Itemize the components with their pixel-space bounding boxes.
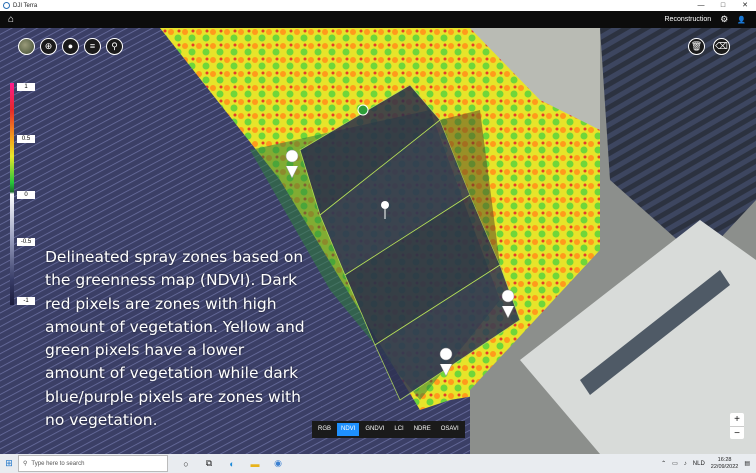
index-button-rgb[interactable]: RGB xyxy=(314,423,336,436)
file-explorer-icon[interactable]: ▬ xyxy=(249,459,261,469)
edit-toolbar: 🗑 ⌫ xyxy=(688,38,730,55)
tray-chevron-icon[interactable]: ⌃ xyxy=(661,460,666,467)
language-indicator[interactable]: NLD xyxy=(693,461,705,467)
index-button-osavi[interactable]: OSAVI xyxy=(436,423,463,436)
legend-label: 1 xyxy=(17,83,35,91)
globe-icon[interactable] xyxy=(18,38,35,55)
minimize-button[interactable]: — xyxy=(690,0,712,11)
caption-text: Delineated spray zones based on the gree… xyxy=(45,248,305,430)
zoom-out-button[interactable]: − xyxy=(730,426,744,439)
legend-label: 0 xyxy=(17,191,35,199)
app-header: ⌂ Reconstruction ⚙ 👤 xyxy=(0,11,756,28)
task-view-icon[interactable]: ⧉ xyxy=(203,458,215,469)
mode-label[interactable]: Reconstruction xyxy=(665,16,712,23)
edge-icon[interactable]: ◐ xyxy=(226,459,238,469)
search-placeholder: Type here to search xyxy=(31,460,85,467)
map-toolbar: ⊕ ● ≡ ⚲ xyxy=(18,38,123,55)
index-button-lci[interactable]: LCI xyxy=(390,423,408,436)
clock-time: 16:28 xyxy=(717,456,732,463)
list-icon[interactable]: ≡ xyxy=(84,38,101,55)
windows-start-icon[interactable]: ⊞ xyxy=(0,458,18,469)
volume-icon[interactable]: ♪ xyxy=(684,461,687,467)
user-icon[interactable]: 👤 xyxy=(737,16,746,24)
crosshair-icon[interactable]: ⊕ xyxy=(40,38,57,55)
clock-date: 22/09/2022 xyxy=(710,463,739,470)
pin-icon[interactable]: ● xyxy=(62,38,79,55)
eraser-icon[interactable]: ⌫ xyxy=(713,38,730,55)
taskbar-search[interactable]: ⚲ Type here to search xyxy=(18,455,168,472)
legend-label: -1 xyxy=(17,297,35,305)
taskbar: ⊞ ⚲ Type here to search ○ ⧉ ◐ ▬ ◉ ⌃ ▭ ♪ … xyxy=(0,454,756,473)
cortana-icon[interactable]: ○ xyxy=(180,459,192,469)
search-icon[interactable]: ⚲ xyxy=(106,38,123,55)
window-titlebar: DJI Terra — □ ✕ xyxy=(0,0,756,11)
index-button-gndvi[interactable]: GNDVI xyxy=(361,423,389,436)
maximize-button[interactable]: □ xyxy=(712,0,734,11)
clock[interactable]: 16:28 22/09/2022 xyxy=(711,457,739,471)
app-logo-icon xyxy=(3,2,10,9)
network-icon[interactable]: ▭ xyxy=(672,460,678,467)
ndvi-legend-bar xyxy=(10,83,14,305)
window-title: DJI Terra xyxy=(13,2,38,9)
trash-icon[interactable]: 🗑 xyxy=(688,38,705,55)
index-selector: RGB NDVI GNDVI LCI NDRE OSAVI xyxy=(312,421,465,438)
notification-icon[interactable]: ▤ xyxy=(744,460,750,467)
home-icon[interactable]: ⌂ xyxy=(0,14,22,25)
index-button-ndvi[interactable]: NDVI xyxy=(337,423,360,436)
legend-label: -0.5 xyxy=(17,238,35,246)
zoom-control: + − xyxy=(730,413,744,439)
search-icon: ⚲ xyxy=(23,461,28,467)
map-pin[interactable] xyxy=(357,104,369,116)
dji-terra-icon[interactable]: ◉ xyxy=(272,458,284,469)
gear-icon[interactable]: ⚙ xyxy=(720,14,728,25)
zoom-in-button[interactable]: + xyxy=(730,413,744,426)
index-button-ndre[interactable]: NDRE xyxy=(409,423,435,436)
close-button[interactable]: ✕ xyxy=(734,0,756,11)
legend-label: 0.5 xyxy=(17,135,35,143)
